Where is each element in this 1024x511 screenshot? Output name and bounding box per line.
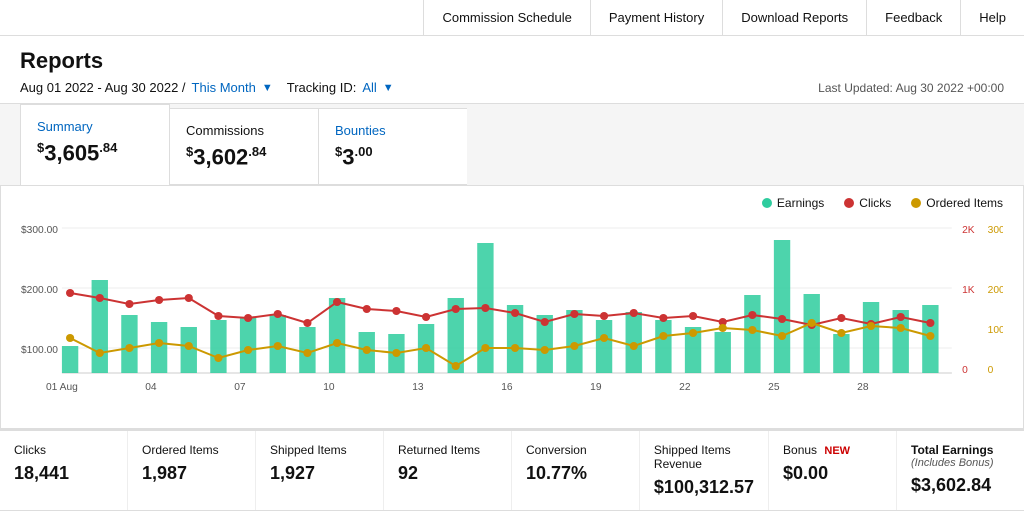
- svg-text:04: 04: [145, 382, 157, 393]
- bounties-value: $3.00: [335, 144, 437, 170]
- bounties-label: Bounties: [335, 123, 437, 138]
- stats-cell-shipped-revenue: Shipped Items Revenue $100,312.57: [640, 431, 769, 510]
- svg-text:19: 19: [590, 382, 602, 393]
- chart-legend: Earnings Clicks Ordered Items: [21, 196, 1003, 210]
- payment-history-button[interactable]: Payment History: [590, 0, 722, 35]
- svg-text:22: 22: [679, 382, 691, 393]
- chart-section: Earnings Clicks Ordered Items $300.00 $2…: [0, 185, 1024, 429]
- svg-text:13: 13: [412, 382, 424, 393]
- summary-card-bounties[interactable]: Bounties $3.00: [318, 108, 468, 185]
- commission-schedule-button[interactable]: Commission Schedule: [423, 0, 589, 35]
- svg-text:$100.00: $100.00: [21, 345, 58, 356]
- svg-text:28: 28: [857, 382, 869, 393]
- commissions-label: Commissions: [186, 123, 288, 138]
- clicks-stat-value: 18,441: [14, 463, 113, 484]
- total-earnings-stat-value: $3,602.84: [911, 475, 1010, 496]
- svg-text:300: 300: [988, 225, 1003, 236]
- svg-text:0: 0: [962, 365, 968, 376]
- commissions-value: $3,602.84: [186, 144, 288, 170]
- new-badge: NEW: [824, 445, 850, 457]
- shipped-revenue-stat-value: $100,312.57: [654, 477, 754, 498]
- summary-section: Summary $3,605.84 Commissions $3,602.84 …: [0, 104, 1024, 185]
- shipped-items-stat-label: Shipped Items: [270, 443, 369, 457]
- ordered-items-dot: [911, 198, 921, 208]
- stats-cell-conversion: Conversion 10.77%: [512, 431, 640, 510]
- bonus-stat-label: Bonus NEW: [783, 443, 882, 457]
- tracking-id-value[interactable]: All: [362, 80, 376, 95]
- last-updated: Last Updated: Aug 30 2022 +00:00: [818, 81, 1004, 95]
- svg-text:25: 25: [768, 382, 780, 393]
- total-earnings-stat-label: Total Earnings (Includes Bonus): [911, 443, 1010, 469]
- legend-earnings: Earnings: [762, 196, 824, 210]
- returned-items-stat-value: 92: [398, 463, 497, 484]
- download-reports-button[interactable]: Download Reports: [722, 0, 866, 35]
- svg-text:$300.00: $300.00: [21, 225, 58, 236]
- returned-items-stat-label: Returned Items: [398, 443, 497, 457]
- clicks-stat-label: Clicks: [14, 443, 113, 457]
- stats-cell-bonus: Bonus NEW $0.00: [769, 431, 897, 510]
- summary-card-commissions[interactable]: Commissions $3,602.84: [169, 108, 319, 185]
- earnings-bars: [62, 240, 939, 373]
- tracking-id-label: Tracking ID:: [287, 80, 357, 95]
- svg-text:100: 100: [988, 325, 1003, 336]
- page-title: Reports: [20, 48, 1004, 74]
- stats-cell-shipped-items: Shipped Items 1,927: [256, 431, 384, 510]
- earnings-dot: [762, 198, 772, 208]
- this-month-link[interactable]: This Month: [192, 80, 256, 95]
- feedback-button[interactable]: Feedback: [866, 0, 960, 35]
- stats-cell-returned-items: Returned Items 92: [384, 431, 512, 510]
- svg-text:10: 10: [323, 382, 335, 393]
- ordered-items-stat-value: 1,987: [142, 463, 241, 484]
- date-filter: Aug 01 2022 - Aug 30 2022 / This Month ▼…: [20, 80, 394, 95]
- date-range-text: Aug 01 2022 - Aug 30 2022 /: [20, 80, 186, 95]
- conversion-stat-label: Conversion: [526, 443, 625, 457]
- chart-svg: $300.00 $200.00 $100.00 2K 1K 0 300 200 …: [21, 218, 1003, 418]
- page-header: Reports Aug 01 2022 - Aug 30 2022 / This…: [0, 36, 1024, 104]
- top-navigation: Commission Schedule Payment History Down…: [0, 0, 1024, 36]
- ordered-items-label: Ordered Items: [926, 196, 1003, 210]
- summary-spacer: [467, 104, 1024, 185]
- clicks-label: Clicks: [859, 196, 891, 210]
- ordered-items-stat-label: Ordered Items: [142, 443, 241, 457]
- svg-text:0: 0: [988, 365, 994, 376]
- ordered-items-line: [70, 323, 930, 366]
- shipped-items-stat-value: 1,927: [270, 463, 369, 484]
- conversion-stat-value: 10.77%: [526, 463, 625, 484]
- svg-text:200: 200: [988, 285, 1003, 296]
- legend-ordered-items: Ordered Items: [911, 196, 1003, 210]
- summary-label: Summary: [37, 119, 139, 134]
- svg-text:2K: 2K: [962, 225, 975, 236]
- stats-cell-clicks: Clicks 18,441: [0, 431, 128, 510]
- svg-text:1K: 1K: [962, 285, 975, 296]
- date-row: Aug 01 2022 - Aug 30 2022 / This Month ▼…: [20, 80, 1004, 103]
- bonus-stat-value: $0.00: [783, 463, 882, 484]
- earnings-label: Earnings: [777, 196, 824, 210]
- svg-text:$200.00: $200.00: [21, 285, 58, 296]
- tracking-dropdown-icon[interactable]: ▼: [383, 82, 394, 94]
- shipped-revenue-stat-label: Shipped Items Revenue: [654, 443, 754, 471]
- dropdown-icon[interactable]: ▼: [262, 82, 273, 94]
- summary-card-summary[interactable]: Summary $3,605.84: [20, 104, 170, 185]
- summary-value: $3,605.84: [37, 140, 139, 166]
- stats-cell-ordered-items: Ordered Items 1,987: [128, 431, 256, 510]
- clicks-dot: [844, 198, 854, 208]
- svg-text:01 Aug: 01 Aug: [46, 382, 78, 393]
- legend-clicks: Clicks: [844, 196, 891, 210]
- stats-cell-total-earnings: Total Earnings (Includes Bonus) $3,602.8…: [897, 431, 1024, 510]
- stats-table: Clicks 18,441 Ordered Items 1,987 Shippe…: [0, 429, 1024, 511]
- chart-container: $300.00 $200.00 $100.00 2K 1K 0 300 200 …: [21, 218, 1003, 418]
- svg-text:16: 16: [501, 382, 513, 393]
- clicks-line: [70, 293, 930, 325]
- help-button[interactable]: Help: [960, 0, 1024, 35]
- svg-text:07: 07: [234, 382, 246, 393]
